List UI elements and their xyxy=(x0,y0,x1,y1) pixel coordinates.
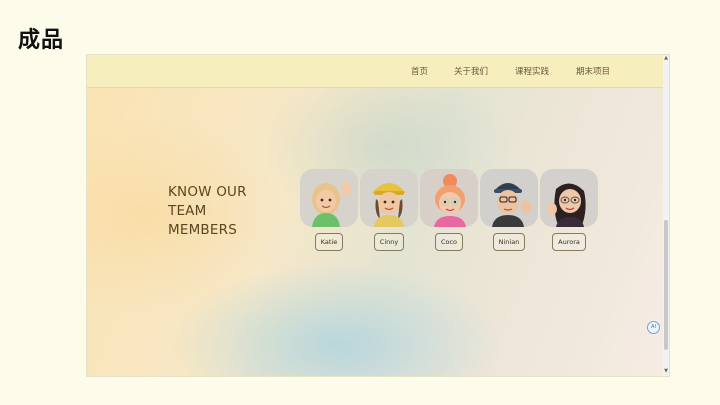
slide-title: 成品 xyxy=(18,28,65,53)
browser-viewport: 首页 关于我们 课程实践 期末项目 KNOW OUR TEAM MEMBERS … xyxy=(86,54,670,377)
member-avatar[interactable] xyxy=(420,169,478,227)
nav-item-courses[interactable]: 课程实践 xyxy=(515,65,549,77)
member-avatar[interactable] xyxy=(540,169,598,227)
member-avatar[interactable] xyxy=(300,169,358,227)
scroll-up-icon[interactable]: ▲ xyxy=(664,56,668,61)
scroll-down-icon[interactable]: ▼ xyxy=(664,369,668,374)
ai-assistant-icon[interactable]: AI xyxy=(647,321,660,334)
scrollbar-thumb[interactable] xyxy=(664,220,668,350)
member-name-button[interactable]: Katie xyxy=(315,233,343,251)
heading-line: MEMBERS xyxy=(168,222,237,238)
nav-item-home[interactable]: 首页 xyxy=(411,65,428,77)
member-name-button[interactable]: Cinny xyxy=(374,233,404,251)
heading-line: TEAM xyxy=(168,203,207,219)
member-name-button[interactable]: Coco xyxy=(435,233,463,251)
member-avatar[interactable] xyxy=(480,169,538,227)
member-avatar[interactable] xyxy=(360,169,418,227)
team-member-card: Ninian xyxy=(480,169,538,251)
team-member-card: Aurora xyxy=(540,169,598,251)
member-name-button[interactable]: Aurora xyxy=(552,233,586,251)
team-heading: KNOW OUR TEAM MEMBERS xyxy=(168,183,288,240)
vertical-scrollbar[interactable]: ▲ ▼ xyxy=(663,55,669,376)
team-member-card: Coco xyxy=(420,169,478,251)
navbar: 首页 关于我们 课程实践 期末项目 xyxy=(87,55,663,88)
member-name-button[interactable]: Ninian xyxy=(493,233,525,251)
team-member-card: Katie xyxy=(300,169,358,251)
nav-item-final-project[interactable]: 期末项目 xyxy=(576,65,610,77)
heading-line: KNOW OUR xyxy=(168,184,247,200)
nav-item-about[interactable]: 关于我们 xyxy=(454,65,488,77)
team-member-card: Cinny xyxy=(360,169,418,251)
